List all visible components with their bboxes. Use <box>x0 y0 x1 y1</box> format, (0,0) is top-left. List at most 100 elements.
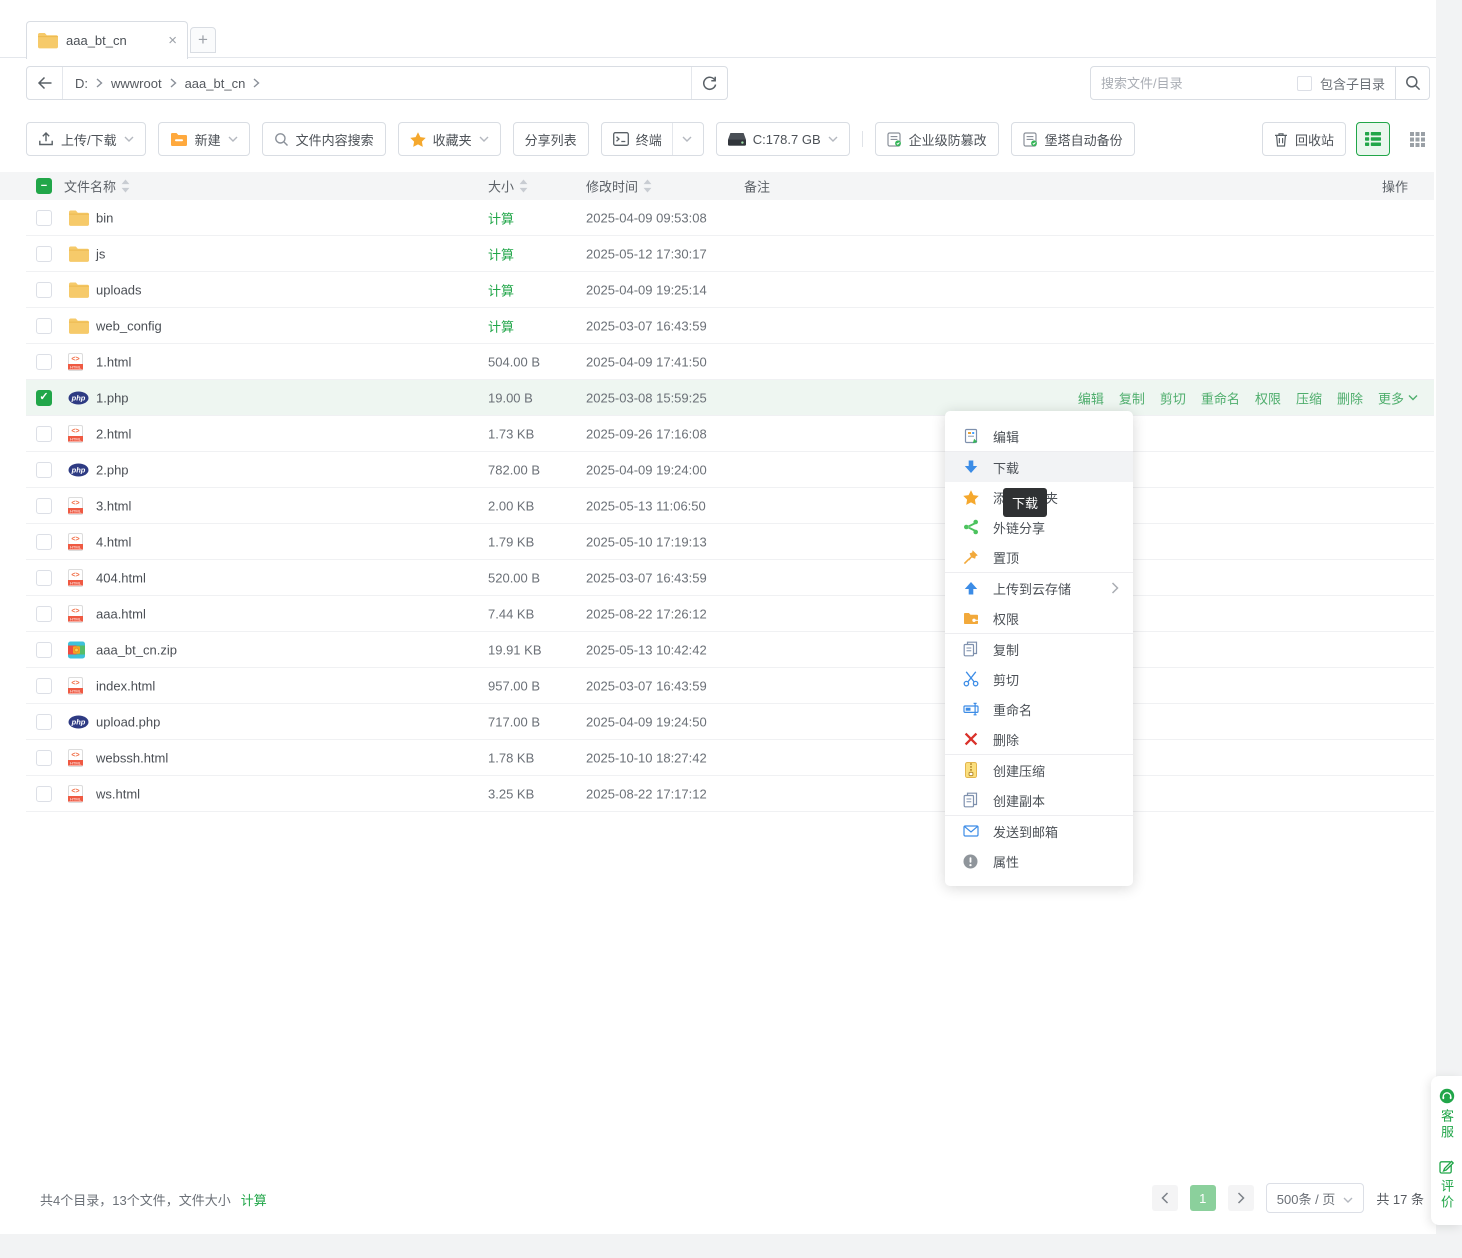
grid-view-button[interactable] <box>1400 122 1434 156</box>
table-row[interactable]: <>HTML404.html520.00 B2025-03-07 16:43:5… <box>26 560 1434 596</box>
row-checkbox[interactable] <box>36 282 52 298</box>
row-action-剪切[interactable]: 剪切 <box>1160 388 1186 407</box>
table-row[interactable]: <>HTMLindex.html957.00 B2025-03-07 16:43… <box>26 668 1434 704</box>
row-checkbox[interactable] <box>36 642 52 658</box>
recycle-bin-button[interactable]: 回收站 <box>1262 122 1346 156</box>
file-name[interactable]: web_config <box>96 318 162 333</box>
content-search-button[interactable]: 文件内容搜索 <box>262 122 386 156</box>
new-button[interactable]: 新建 <box>158 122 250 156</box>
customer-service-button[interactable]: 客服 <box>1437 1088 1456 1141</box>
file-name[interactable]: 2.php <box>96 462 129 477</box>
file-name[interactable]: 1.php <box>96 390 129 405</box>
menu-item-上传到云存储[interactable]: 上传到云存储 <box>945 573 1133 603</box>
calc-size-link[interactable]: 计算 <box>488 316 514 335</box>
header-size[interactable]: 大小 <box>488 177 528 196</box>
table-row[interactable]: <>HTMLaaa.html7.44 KB2025-08-22 17:26:12 <box>26 596 1434 632</box>
table-row[interactable]: uploads计算2025-04-09 19:25:14 <box>26 272 1434 308</box>
row-checkbox[interactable] <box>36 498 52 514</box>
include-sub-checkbox[interactable] <box>1297 76 1312 91</box>
row-action-删除[interactable]: 删除 <box>1337 388 1363 407</box>
feedback-button[interactable]: 评价 <box>1437 1159 1456 1211</box>
row-checkbox[interactable] <box>36 570 52 586</box>
sort-icon[interactable] <box>643 180 652 193</box>
upload-download-button[interactable]: 上传/下载 <box>26 122 146 156</box>
terminal-button[interactable]: 终端 <box>601 122 704 156</box>
menu-item-发送到邮箱[interactable]: 发送到邮箱 <box>945 816 1133 846</box>
menu-item-创建副本[interactable]: 创建副本 <box>945 785 1133 815</box>
file-name[interactable]: 3.html <box>96 498 131 513</box>
file-name[interactable]: js <box>96 246 105 261</box>
select-all-checkbox[interactable]: − <box>36 178 52 194</box>
file-name[interactable]: uploads <box>96 282 142 297</box>
menu-item-属性[interactable]: 属性 <box>945 846 1133 876</box>
search-input[interactable] <box>1101 76 1289 91</box>
calc-size-link[interactable]: 计算 <box>488 208 514 227</box>
sort-icon[interactable] <box>121 180 130 193</box>
file-name[interactable]: 2.html <box>96 426 131 441</box>
row-action-权限[interactable]: 权限 <box>1255 388 1281 407</box>
table-row[interactable]: ✓php1.php19.00 B2025-03-08 15:59:25编辑复制剪… <box>26 380 1434 416</box>
terminal-dropdown[interactable] <box>672 123 692 155</box>
breadcrumb-wwwroot[interactable]: wwwroot <box>111 76 162 91</box>
file-name[interactable]: 4.html <box>96 534 131 549</box>
file-name[interactable]: ws.html <box>96 786 140 801</box>
next-page-button[interactable] <box>1228 1185 1254 1211</box>
table-row[interactable]: js计算2025-05-12 17:30:17 <box>26 236 1434 272</box>
menu-item-重命名[interactable]: 重命名 <box>945 694 1133 724</box>
table-row[interactable]: phpupload.php717.00 B2025-04-09 19:24:50 <box>26 704 1434 740</box>
calc-size-link[interactable]: 计算 <box>488 280 514 299</box>
breadcrumb-drive[interactable]: D: <box>75 76 88 91</box>
file-name[interactable]: aaa.html <box>96 606 146 621</box>
list-view-button[interactable] <box>1356 122 1390 156</box>
row-checkbox[interactable] <box>36 534 52 550</box>
file-name[interactable]: aaa_bt_cn.zip <box>96 642 177 657</box>
row-checkbox[interactable] <box>36 426 52 442</box>
page-size-select[interactable]: 500条 / 页 <box>1266 1183 1365 1213</box>
table-row[interactable]: <>HTML1.html504.00 B2025-04-09 17:41:50 <box>26 344 1434 380</box>
row-action-重命名[interactable]: 重命名 <box>1201 388 1240 407</box>
breadcrumb-aaa-bt-cn[interactable]: aaa_bt_cn <box>185 76 246 91</box>
menu-item-创建压缩[interactable]: 创建压缩 <box>945 755 1133 785</box>
row-checkbox[interactable] <box>36 210 52 226</box>
header-name[interactable]: 文件名称 <box>64 177 130 196</box>
table-row[interactable]: web_config计算2025-03-07 16:43:59 <box>26 308 1434 344</box>
favorites-button[interactable]: 收藏夹 <box>398 122 501 156</box>
file-name[interactable]: 404.html <box>96 570 146 585</box>
close-icon[interactable]: × <box>168 32 177 49</box>
tab-aaa-bt-cn[interactable]: aaa_bt_cn × <box>26 21 188 59</box>
row-checkbox[interactable]: ✓ <box>36 390 52 406</box>
new-tab-button[interactable]: + <box>190 27 216 53</box>
menu-item-下载[interactable]: 下载 <box>945 452 1133 482</box>
row-checkbox[interactable] <box>36 354 52 370</box>
menu-item-剪切[interactable]: 剪切 <box>945 664 1133 694</box>
table-row[interactable]: bin计算2025-04-09 09:53:08 <box>26 200 1434 236</box>
file-name[interactable]: index.html <box>96 678 155 693</box>
row-checkbox[interactable] <box>36 714 52 730</box>
calc-size-link[interactable]: 计算 <box>488 244 514 263</box>
table-row[interactable]: <>HTML3.html2.00 KB2025-05-13 11:06:50 <box>26 488 1434 524</box>
table-row[interactable]: <>HTML2.html1.73 KB2025-09-26 17:16:08 <box>26 416 1434 452</box>
table-row[interactable]: <>HTMLwebssh.html1.78 KB2025-10-10 18:27… <box>26 740 1434 776</box>
tamper-proof-button[interactable]: 企业级防篡改 <box>875 122 999 156</box>
prev-page-button[interactable] <box>1152 1185 1178 1211</box>
menu-item-置顶[interactable]: 置顶 <box>945 542 1133 572</box>
menu-item-编辑[interactable]: 编辑 <box>945 421 1133 451</box>
row-checkbox[interactable] <box>36 750 52 766</box>
file-name[interactable]: bin <box>96 210 113 225</box>
table-row[interactable]: php2.php782.00 B2025-04-09 19:24:00 <box>26 452 1434 488</box>
row-checkbox[interactable] <box>36 246 52 262</box>
menu-item-删除[interactable]: 删除 <box>945 724 1133 754</box>
row-action-压缩[interactable]: 压缩 <box>1296 388 1322 407</box>
file-name[interactable]: upload.php <box>96 714 160 729</box>
file-name[interactable]: 1.html <box>96 354 131 369</box>
disk-button[interactable]: C:178.7 GB <box>716 122 850 156</box>
table-row[interactable]: <>HTML4.html1.79 KB2025-05-10 17:19:13 <box>26 524 1434 560</box>
menu-item-权限[interactable]: 权限 <box>945 603 1133 633</box>
menu-item-复制[interactable]: 复制 <box>945 634 1133 664</box>
back-button[interactable] <box>27 67 63 99</box>
page-number-button[interactable]: 1 <box>1190 1185 1216 1211</box>
row-action-复制[interactable]: 复制 <box>1119 388 1145 407</box>
calc-total-size-link[interactable]: 计算 <box>241 1190 267 1209</box>
table-row[interactable]: aaa_bt_cn.zip19.91 KB2025-05-13 10:42:42 <box>26 632 1434 668</box>
row-checkbox[interactable] <box>36 786 52 802</box>
